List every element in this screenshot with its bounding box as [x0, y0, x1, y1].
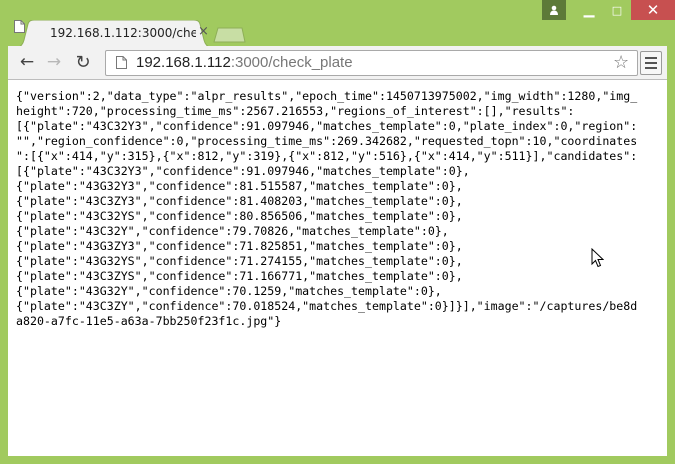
title-bar: ▁ □ ✕	[0, 0, 675, 22]
json-line: {"plate":"43C32Y","confidence":79.70826,…	[16, 224, 449, 238]
json-line: [{"plate":"43C32Y3","confidence":91.0979…	[16, 164, 470, 178]
json-line: {"plate":"43C3ZY","confidence":70.018524…	[16, 299, 638, 313]
back-button[interactable]: ←	[17, 52, 37, 72]
browser-window: ▁ □ ✕ 192.168.1.112:3000/check_ × ← → ↻ …	[0, 0, 675, 464]
address-bar[interactable]: 192.168.1.112:3000/check_plate ☆	[105, 50, 638, 76]
url-host: 192.168.1.112	[136, 54, 231, 71]
user-icon	[550, 5, 558, 15]
hamburger-menu-icon[interactable]	[640, 51, 662, 75]
json-line: {"version":2,"data_type":"alpr_results",…	[16, 89, 638, 103]
page-icon	[116, 56, 127, 69]
star-icon[interactable]: ☆	[613, 52, 629, 73]
tab-check-plate[interactable]: 192.168.1.112:3000/check_ ×	[14, 20, 214, 48]
json-line: ":[{"x":414,"y":315},{"x":812,"y":319},{…	[16, 149, 638, 163]
maximize-button[interactable]: □	[603, 0, 631, 20]
json-line: {"plate":"43C3ZY3","confidence":81.40820…	[16, 194, 463, 208]
json-line: a820-a7fc-11e5-a63a-7bb250f23f1c.jpg"}	[16, 314, 282, 328]
tab-close-button[interactable]: ×	[198, 24, 209, 39]
json-line: [{"plate":"43C32Y3","confidence":91.0979…	[16, 119, 638, 133]
json-line: {"plate":"43C3ZYS","confidence":71.16677…	[16, 269, 463, 283]
close-window-button[interactable]: ✕	[631, 0, 675, 20]
page-content: {"version":2,"data_type":"alpr_results",…	[8, 80, 667, 456]
reload-button[interactable]: ↻	[73, 52, 93, 73]
url-text[interactable]: 192.168.1.112:3000/check_plate	[136, 54, 353, 71]
toolbar: ← → ↻ 192.168.1.112:3000/check_plate ☆	[8, 46, 667, 80]
json-line: {"plate":"43G32Y3","confidence":81.51558…	[16, 179, 463, 193]
tab-title: 192.168.1.112:3000/check_	[50, 26, 196, 40]
mouse-cursor-icon	[591, 248, 604, 268]
page-icon	[14, 20, 25, 33]
json-line: "","region_confidence":0,"processing_tim…	[16, 134, 638, 148]
forward-button[interactable]: →	[44, 52, 64, 72]
json-line: {"plate":"43G3ZY3","confidence":71.82585…	[16, 239, 463, 253]
json-line: {"plate":"43G32Y","confidence":70.1259,"…	[16, 284, 442, 298]
json-line: {"plate":"43C32YS","confidence":80.85650…	[16, 209, 463, 223]
user-profile-button[interactable]	[542, 0, 566, 20]
json-response-text: {"version":2,"data_type":"alpr_results",…	[16, 89, 656, 329]
json-line: height":720,"processing_time_ms":2567.21…	[16, 104, 575, 118]
minimize-button[interactable]: ▁	[575, 0, 603, 20]
new-tab-button[interactable]	[212, 27, 246, 43]
json-line: {"plate":"43G32YS","confidence":71.27415…	[16, 254, 463, 268]
url-path: :3000/check_plate	[230, 54, 353, 71]
